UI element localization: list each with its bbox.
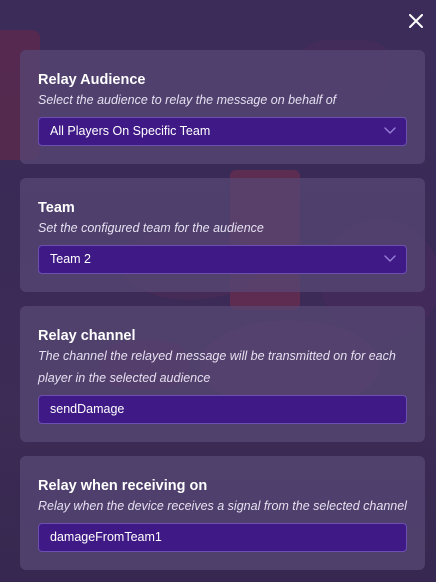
section-description: Relay when the device receives a signal …	[38, 499, 407, 513]
chevron-down-icon	[384, 127, 396, 134]
section-title: Relay channel	[38, 328, 136, 344]
section-description-line-1: The channel the relayed message will be …	[38, 349, 396, 363]
section-description: Set the configured team for the audience	[38, 221, 264, 235]
relay-channel-input[interactable]: sendDamage	[38, 395, 407, 424]
input-value: damageFromTeam1	[50, 530, 162, 544]
close-icon	[409, 14, 423, 28]
input-value: sendDamage	[50, 402, 125, 416]
receiving-channel-input[interactable]: damageFromTeam1	[38, 523, 407, 552]
dropdown-value: All Players On Specific Team	[50, 124, 211, 138]
section-description-line-2: player in the selected audience	[38, 371, 211, 385]
section-title: Team	[38, 200, 75, 216]
section-title: Relay Audience	[38, 72, 146, 88]
team-dropdown[interactable]: Team 2	[38, 245, 407, 274]
relay-receiving-section: Relay when receiving on Relay when the d…	[20, 456, 425, 570]
relay-audience-section: Relay Audience Select the audience to re…	[20, 50, 425, 164]
section-description: Select the audience to relay the message…	[38, 93, 337, 107]
dropdown-value: Team 2	[50, 252, 91, 266]
team-section: Team Set the configured team for the aud…	[20, 178, 425, 292]
section-title: Relay when receiving on	[38, 478, 208, 494]
chevron-down-icon	[384, 255, 396, 262]
relay-channel-section: Relay channel The channel the relayed me…	[20, 306, 425, 442]
relay-audience-dropdown[interactable]: All Players On Specific Team	[38, 117, 407, 146]
close-button[interactable]	[404, 9, 428, 33]
